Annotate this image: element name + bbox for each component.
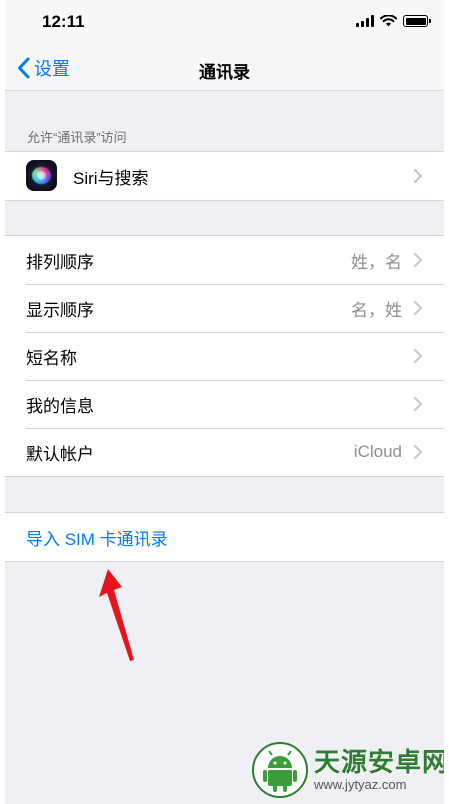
display-order-value: 名，姓 <box>351 300 402 320</box>
watermark: 天源安卓网 www.jytyaz.com <box>252 742 449 798</box>
watermark-text: 天源安卓网 www.jytyaz.com <box>314 747 449 793</box>
sort-order-label: 排列顺序 <box>26 252 94 272</box>
android-logo-icon <box>252 742 308 798</box>
chevron-right-icon <box>414 445 422 459</box>
contacts-settings-group: 排列顺序 姓，名 显示顺序 名，姓 短名称 我的信息 默认帐户 iCloud <box>5 235 444 477</box>
my-info-label: 我的信息 <box>26 396 94 416</box>
default-account-label: 默认帐户 <box>26 444 94 464</box>
siri-icon <box>26 160 57 191</box>
chevron-right-icon <box>414 169 422 183</box>
import-group: 导入 SIM 卡通讯录 <box>5 512 444 562</box>
sort-order-value: 姓，名 <box>351 252 402 272</box>
default-account-row[interactable]: 默认帐户 iCloud <box>5 428 444 476</box>
status-icons <box>356 15 431 27</box>
navigation-bar: 设置 通讯录 <box>5 46 444 91</box>
my-info-row[interactable]: 我的信息 <box>5 380 444 428</box>
status-time: 12:11 <box>42 12 85 31</box>
chevron-right-icon <box>414 253 422 267</box>
chevron-right-icon <box>414 397 422 411</box>
import-sim-contacts-label: 导入 SIM 卡通讯录 <box>26 529 168 549</box>
import-sim-contacts-button[interactable]: 导入 SIM 卡通讯录 <box>5 513 444 561</box>
settings-screen: 12:11 设置 通讯录 允许“通讯录”访问 Siri与搜索 排列顺序 姓，名 … <box>0 0 449 804</box>
cellular-signal-icon <box>356 15 374 27</box>
default-account-value: iCloud <box>353 442 402 461</box>
short-name-row[interactable]: 短名称 <box>5 332 444 380</box>
watermark-title: 天源安卓网 <box>314 747 449 777</box>
page-title: 通讯录 <box>199 63 250 82</box>
siri-group: Siri与搜索 <box>5 151 444 201</box>
chevron-right-icon <box>414 349 422 363</box>
chevron-right-icon <box>414 301 422 315</box>
status-bar: 12:11 <box>5 0 444 46</box>
wifi-icon <box>380 15 397 27</box>
display-order-label: 显示顺序 <box>26 300 94 320</box>
sort-order-row[interactable]: 排列顺序 姓，名 <box>5 236 444 284</box>
watermark-url: www.jytyaz.com <box>314 777 407 792</box>
section-header-access: 允许“通讯录”访问 <box>27 130 127 145</box>
battery-icon <box>403 15 431 27</box>
red-arrow-annotation <box>99 569 134 661</box>
display-order-row[interactable]: 显示顺序 名，姓 <box>5 284 444 332</box>
siri-search-label: Siri与搜索 <box>73 168 149 188</box>
short-name-label: 短名称 <box>26 348 77 368</box>
siri-search-row[interactable]: Siri与搜索 <box>5 152 444 200</box>
